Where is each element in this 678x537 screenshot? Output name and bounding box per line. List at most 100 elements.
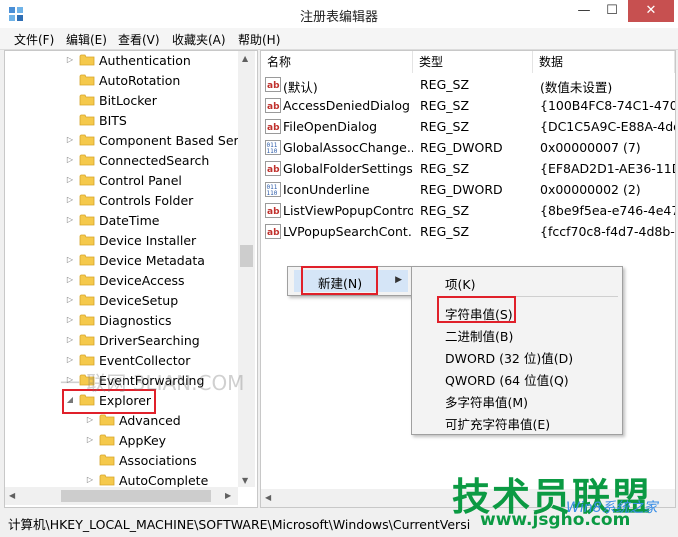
tree-item[interactable]: ▷ DeviceSetup (65, 291, 225, 311)
tree-item[interactable]: ▷ Authentication (65, 51, 225, 71)
folder-icon (79, 213, 95, 227)
highlight-new (301, 266, 378, 295)
string-value-icon: ab (265, 203, 281, 218)
expand-arrow-icon[interactable]: ▷ (65, 335, 75, 344)
column-header-name[interactable]: 名称 (261, 51, 413, 73)
list-row[interactable]: ab (默认) REG_SZ (数值未设置) (261, 74, 675, 95)
scroll-right-icon[interactable]: ▶ (225, 491, 231, 500)
list-row[interactable]: ab LVPopupSearchCont... REG_SZ {fccf70c8-f4… (261, 221, 675, 242)
svg-text:ab: ab (267, 123, 280, 133)
list-row[interactable]: ab ListViewPopupControl REG_SZ {8be9f5ea-e7… (261, 200, 675, 221)
maximize-button[interactable]: ☐ (598, 0, 626, 22)
tree-item[interactable]: ▷ Device Metadata (65, 251, 225, 271)
tree-item[interactable]: ▷ DateTime (65, 211, 225, 231)
tree-item[interactable]: ▷ ConnectedSearch (65, 151, 225, 171)
tree-horizontal-scrollbar[interactable]: ◀ ▶ (5, 487, 238, 505)
tree-item[interactable]: ▷ Component Based Serv (65, 131, 246, 151)
expand-arrow-icon[interactable]: ▷ (65, 155, 75, 164)
tree-item-label: Advanced (119, 413, 181, 428)
expand-arrow-icon[interactable]: ▷ (65, 135, 75, 144)
tree-item[interactable]: AutoRotation (65, 71, 225, 91)
tree-item[interactable]: ▷ DeviceAccess (65, 271, 225, 291)
list-row[interactable]: 011 110 GlobalAssocChange... REG_DWORD 0x000… (261, 137, 675, 158)
scroll-left-icon[interactable]: ◀ (9, 491, 15, 500)
tree-item-label: EventCollector (99, 353, 191, 368)
string-value-icon: ab (265, 119, 281, 134)
menu-edit[interactable]: 编辑(E) (66, 31, 107, 48)
column-header-data[interactable]: 数据 (533, 51, 675, 73)
tree-item-label: Controls Folder (99, 193, 194, 208)
list-row[interactable]: 011 110 IconUnderline REG_DWORD 0x00000002 (… (261, 179, 675, 200)
tree-item[interactable]: ▷ Control Panel (65, 171, 225, 191)
watermark-url: www.jsgho.com (480, 510, 631, 530)
tree-item-label: Component Based Serv (99, 133, 247, 148)
submenu-key[interactable]: 项(K) (445, 274, 475, 293)
scroll-up-icon[interactable]: ▲ (242, 54, 248, 63)
registry-tree[interactable]: ▷ Authentication AutoRotation BitLocker BITS… (4, 50, 258, 508)
folder-icon (99, 453, 115, 467)
value-type: REG_SZ (420, 203, 470, 218)
tree-item[interactable]: Device Installer (65, 231, 225, 251)
tree-vertical-scrollbar[interactable]: ▲ ▼ (238, 51, 255, 487)
expand-arrow-icon[interactable]: ▷ (65, 315, 75, 324)
menu-file[interactable]: 文件(F) (14, 31, 54, 48)
list-row[interactable]: ab AccessDeniedDialog REG_SZ {100B4FC8-74C1… (261, 95, 675, 116)
submenu-multi-string-value[interactable]: 多字符串值(M) (445, 392, 528, 411)
tree-item[interactable]: ▷ Diagnostics (65, 311, 225, 331)
submenu-qword-value[interactable]: QWORD (64 位值(Q) (445, 370, 569, 389)
folder-icon (79, 233, 95, 247)
svg-text:ab: ab (267, 228, 280, 238)
value-data: {fccf70c8-f4d7-4d8b-8 (540, 224, 676, 239)
tree-scroll-thumb[interactable] (240, 245, 253, 267)
tree-item[interactable]: ▷ DriverSearching (65, 331, 225, 351)
expand-arrow-icon[interactable]: ▷ (65, 55, 75, 64)
expand-arrow-icon[interactable]: ▷ (85, 435, 95, 444)
expand-arrow-icon[interactable]: ▷ (85, 475, 95, 484)
expand-arrow-icon[interactable]: ▷ (65, 275, 75, 284)
tree-item-label: Authentication (99, 53, 191, 68)
expand-arrow-icon[interactable]: ▷ (65, 295, 75, 304)
menu-bar: 文件(F) 编辑(E) 查看(V) 收藏夹(A) 帮助(H) (0, 28, 678, 50)
value-data: {100B4FC8-74C1-470F- (540, 98, 676, 113)
submenu-dword-value[interactable]: DWORD (32 位)值(D) (445, 348, 573, 367)
expand-arrow-icon[interactable]: ▷ (65, 195, 75, 204)
folder-icon (79, 153, 95, 167)
folder-icon (79, 193, 95, 207)
folder-icon (79, 293, 95, 307)
tree-item[interactable]: ▷ Advanced (85, 411, 225, 431)
expand-arrow-icon[interactable]: ▷ (65, 355, 75, 364)
value-name: AccessDeniedDialog (283, 98, 410, 113)
expand-arrow-icon[interactable]: ▷ (65, 255, 75, 264)
menu-favorites[interactable]: 收藏夹(A) (172, 31, 226, 48)
minimize-button[interactable]: — (570, 0, 598, 22)
svg-text:ab: ab (267, 165, 280, 175)
menu-view[interactable]: 查看(V) (118, 31, 160, 48)
folder-icon (79, 133, 95, 147)
string-value-icon: ab (265, 98, 281, 113)
tree-hscroll-thumb[interactable] (61, 490, 211, 502)
close-button[interactable]: ✕ (628, 0, 674, 22)
tree-item[interactable]: Associations (85, 451, 225, 471)
expand-arrow-icon[interactable]: ▷ (65, 215, 75, 224)
submenu-expandable-string-value[interactable]: 可扩充字符串值(E) (445, 414, 550, 433)
tree-item[interactable]: BITS (65, 111, 225, 131)
tree-item[interactable]: ▷ Controls Folder (65, 191, 225, 211)
value-name: GlobalAssocChange... (283, 140, 413, 155)
value-name: FileOpenDialog (283, 119, 378, 134)
value-type: REG_SZ (420, 119, 470, 134)
scroll-down-icon[interactable]: ▼ (242, 476, 248, 485)
tree-item[interactable]: BitLocker (65, 91, 225, 111)
folder-icon (99, 413, 115, 427)
submenu-binary-value[interactable]: 二进制值(B) (445, 326, 513, 345)
column-header-type[interactable]: 类型 (413, 51, 533, 73)
expand-arrow-icon[interactable]: ▷ (85, 415, 95, 424)
tree-item[interactable]: ▷ AppKey (85, 431, 225, 451)
string-value-icon: ab (265, 224, 281, 239)
scroll-left-icon[interactable]: ◀ (265, 493, 271, 502)
list-row[interactable]: ab GlobalFolderSettings REG_SZ {EF8AD2D1-AE… (261, 158, 675, 179)
tree-item-label: ConnectedSearch (99, 153, 210, 168)
expand-arrow-icon[interactable]: ▷ (65, 175, 75, 184)
dword-value-icon: 011 110 (265, 182, 281, 197)
list-row[interactable]: ab FileOpenDialog REG_SZ {DC1C5A9C-E88A-4dd (261, 116, 675, 137)
menu-help[interactable]: 帮助(H) (238, 31, 280, 48)
